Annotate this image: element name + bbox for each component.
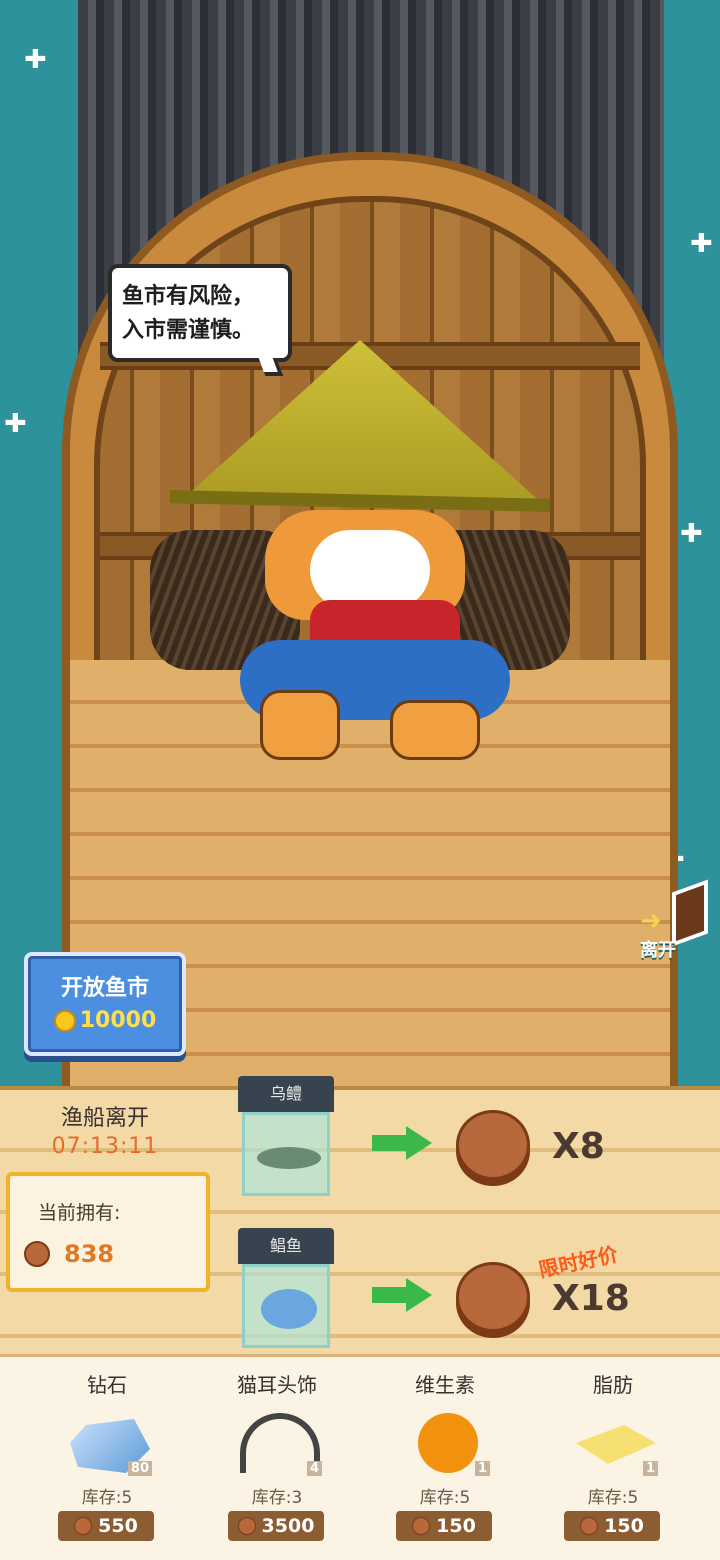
shop-item-name: 脂肪 (593, 1373, 633, 1397)
owned-count: 1 (642, 1461, 658, 1476)
fish-coin-icon (412, 1517, 431, 1535)
owned-amount: 838 (64, 1240, 115, 1268)
shop-item-stock: 库存:5 (419, 1488, 471, 1508)
shop-item-name: 猫耳头饰 (237, 1373, 317, 1397)
shop-item-vitamin[interactable]: 维生素 1 库存:5 150 (360, 1357, 530, 1560)
fish-coin-icon (580, 1517, 599, 1535)
owned-box: 当前拥有: 838 (6, 1172, 210, 1292)
buy-button[interactable]: 150 (564, 1511, 660, 1541)
leave-button[interactable]: ➜ 离开 (640, 879, 716, 962)
reward-quantity: X8 (552, 1126, 605, 1167)
pomfret-fish-icon (261, 1289, 317, 1329)
shop-item-price: 550 (98, 1515, 138, 1537)
gold-coin-icon (53, 1009, 76, 1032)
fish-coin-icon (456, 1110, 530, 1180)
shop-item-price: 3500 (261, 1515, 315, 1537)
boat-scene: ✚ ✚ ✚ ✚ ✚ 鱼市有风险， 入市需谨慎。 ➜ 离开 开放鱼市 (0, 0, 720, 1090)
countdown-timer: 07:13:11 (51, 1134, 159, 1159)
sparkle-icon: ✚ (24, 33, 47, 77)
open-market-price: 10000 (28, 1008, 182, 1033)
open-market-title: 开放鱼市 (60, 976, 149, 1001)
fish-tank: 乌鳢 (238, 1076, 334, 1196)
open-market-button[interactable]: 开放鱼市 10000 (24, 952, 186, 1056)
sparkle-icon: ✚ (4, 397, 27, 441)
sparkle-icon: ✚ (680, 507, 703, 551)
shop-item-stock: 库存:3 (251, 1488, 303, 1508)
fish-coin-icon (237, 1517, 256, 1535)
arrow-right-icon (372, 1126, 432, 1160)
shop-item-price: 150 (436, 1515, 476, 1537)
fish-coin-icon (24, 1241, 50, 1267)
shop-item-fat[interactable]: 脂肪 1 库存:5 150 (528, 1357, 698, 1560)
snakehead-fish-icon (257, 1147, 321, 1169)
shop-item-stock: 库存:5 (587, 1488, 639, 1508)
owned-count: 4 (306, 1461, 322, 1476)
fish-coin-icon (456, 1262, 530, 1332)
shop-item-stock: 库存:5 (81, 1488, 133, 1508)
speech-line-1: 鱼市有风险， (122, 284, 255, 309)
boat-leave-title: 渔船离开 (60, 1106, 149, 1131)
speech-bubble: 鱼市有风险， 入市需谨慎。 (108, 264, 292, 376)
fish-name: 乌鳢 (238, 1076, 334, 1112)
owned-count: 1 (474, 1461, 490, 1476)
trade-panel: 渔船离开 07:13:11 当前拥有: 838 乌鳢 X8 鲳鱼 限时好价 X1… (0, 1076, 720, 1356)
open-market-price-value: 10000 (79, 1008, 157, 1033)
trade-row[interactable]: 乌鳢 X8 (236, 1076, 716, 1204)
arrow-right-icon: ➜ (640, 906, 662, 936)
owned-count: 80 (127, 1461, 152, 1476)
buy-button[interactable]: 150 (396, 1511, 492, 1541)
shop-item-cat-ears[interactable]: 猫耳头饰 4 库存:3 3500 (192, 1357, 362, 1560)
door-icon (672, 879, 708, 947)
owned-value: 838 (24, 1240, 114, 1268)
speech-line-2: 入市需谨慎。 (122, 318, 255, 343)
sparkle-icon: ✚ (690, 217, 713, 261)
buy-button[interactable]: 550 (58, 1511, 154, 1541)
fish-name: 鲳鱼 (238, 1228, 334, 1264)
reward-quantity: X18 (552, 1278, 630, 1319)
promo-label: 限时好价 (536, 1241, 620, 1283)
shop-bar: 钻石 80 库存:5 550 猫耳头饰 4 库存:3 3500 维生素 1 库存… (0, 1354, 720, 1560)
fish-tank: 鲳鱼 (238, 1228, 334, 1348)
orange-vitamin-icon (418, 1413, 478, 1473)
shop-item-diamond[interactable]: 钻石 80 库存:5 550 (22, 1357, 192, 1560)
buy-button[interactable]: 3500 (228, 1511, 324, 1541)
leave-label: 离开 (640, 940, 676, 961)
shop-item-name: 钻石 (87, 1373, 127, 1397)
owned-label: 当前拥有: (38, 1202, 121, 1224)
fish-coin-icon (74, 1517, 93, 1535)
trade-row[interactable]: 鲳鱼 限时好价 X18 (236, 1228, 716, 1356)
shop-item-name: 维生素 (415, 1373, 475, 1397)
fisherman-cat[interactable] (150, 340, 570, 780)
straw-hat (180, 340, 540, 502)
shop-item-price: 150 (604, 1515, 644, 1537)
arrow-right-icon (372, 1278, 432, 1312)
